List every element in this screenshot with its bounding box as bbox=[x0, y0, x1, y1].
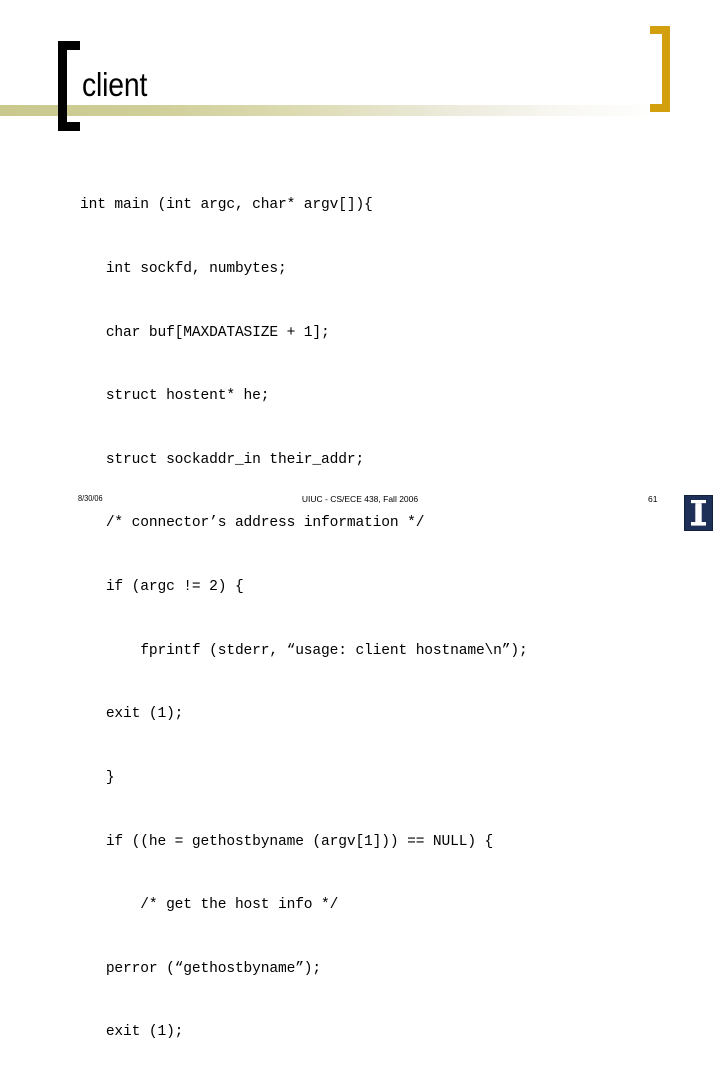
code-line: struct hostent* he; bbox=[80, 388, 270, 405]
code-line: char buf[MAXDATASIZE + 1]; bbox=[80, 324, 330, 341]
left-bracket-decoration bbox=[58, 41, 80, 131]
code-line: int sockfd, numbytes; bbox=[80, 261, 287, 278]
slide-footer: 8/30/06 UIUC - CS/ECE 438, Fall 2006 61 bbox=[0, 494, 720, 514]
footer-course-label: UIUC - CS/ECE 438, Fall 2006 bbox=[301, 494, 419, 504]
slide-canvas: client int main (int argc, char* argv[])… bbox=[0, 0, 720, 1040]
code-line: exit (1); bbox=[80, 706, 184, 723]
code-line: if ((he = gethostbyname (argv[1])) == NU… bbox=[80, 833, 494, 850]
code-block: int main (int argc, char* argv[]){ int s… bbox=[80, 153, 680, 1080]
code-line: } bbox=[80, 769, 115, 786]
code-line: struct sockaddr_in their_addr; bbox=[80, 451, 365, 468]
code-line: perror (“gethostbyname”); bbox=[80, 960, 322, 977]
slide-title: client bbox=[82, 66, 148, 103]
code-line: int main (int argc, char* argv[]){ bbox=[80, 197, 373, 214]
code-line: if (argc != 2) { bbox=[80, 579, 244, 596]
footer-page-number: 61 bbox=[648, 494, 658, 504]
code-line: exit (1); bbox=[80, 1024, 184, 1041]
title-underline-band bbox=[0, 105, 660, 116]
code-line: /* connector’s address information */ bbox=[80, 515, 425, 532]
code-line: /* get the host info */ bbox=[80, 897, 339, 914]
code-line: fprintf (stderr, “usage: client hostname… bbox=[80, 642, 528, 659]
right-bracket-decoration bbox=[650, 26, 670, 112]
uiuc-block-i-logo-icon bbox=[684, 495, 713, 531]
